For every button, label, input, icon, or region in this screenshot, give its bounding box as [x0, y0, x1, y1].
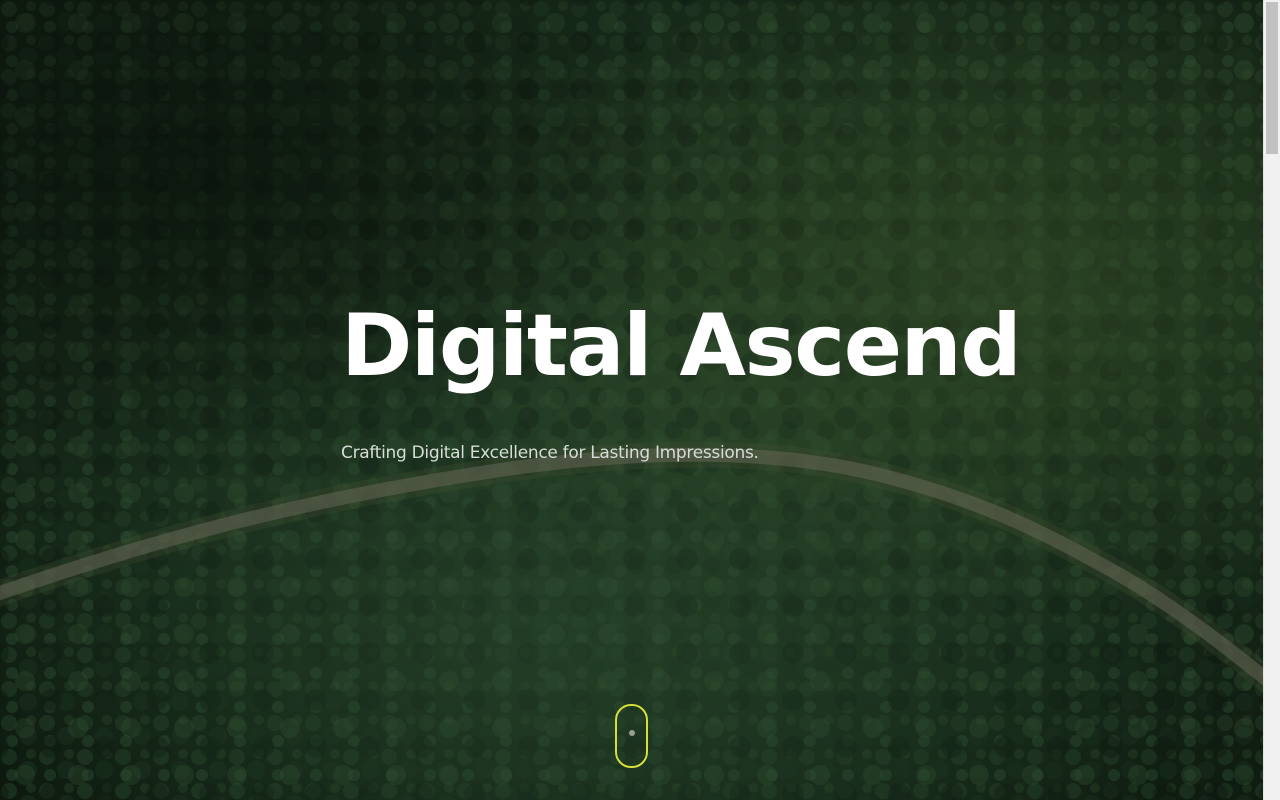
hero-section: Digital Ascend Crafting Digital Excellen… [0, 0, 1263, 800]
page-scrollbar[interactable] [1263, 0, 1280, 800]
hero-subtitle: Crafting Digital Excellence for Lasting … [341, 443, 759, 463]
hero-text-block: Digital Ascend Crafting Digital Excellen… [341, 296, 1041, 463]
scroll-wheel-dot [629, 730, 635, 736]
mouse-scroll-icon[interactable] [615, 704, 648, 768]
forest-background-image [0, 0, 1263, 800]
hero-title: Digital Ascend [341, 296, 1022, 396]
scrollbar-thumb[interactable] [1266, 2, 1278, 154]
